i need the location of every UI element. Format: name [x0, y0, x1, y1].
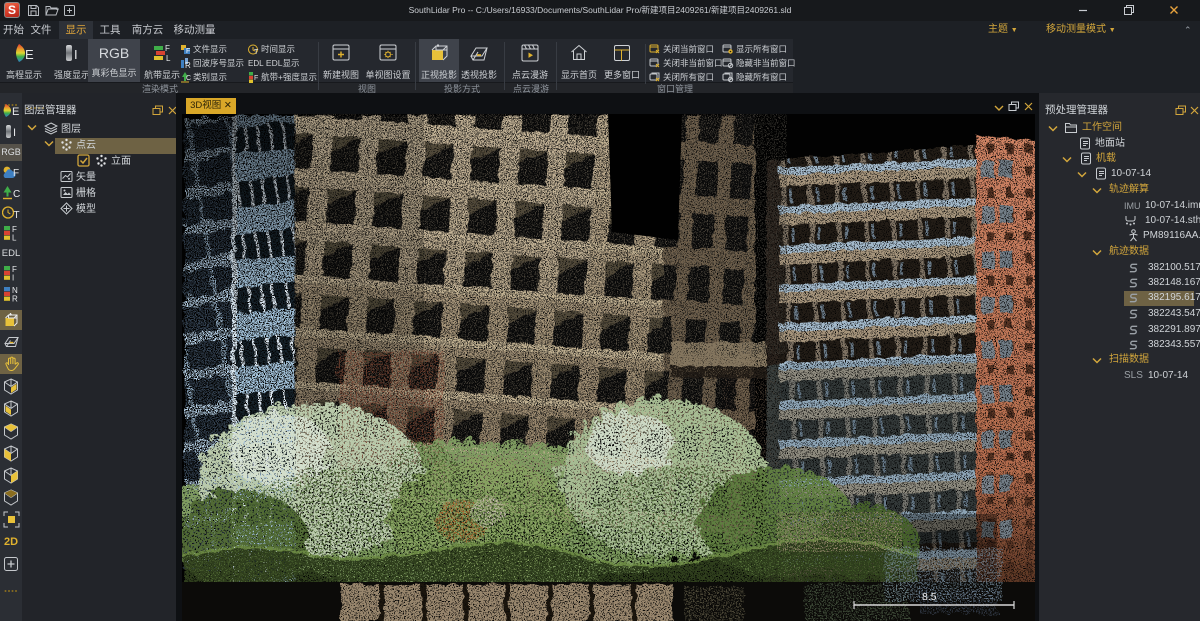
svg-text:I: I: [13, 127, 16, 139]
svg-text:8.5: 8.5: [922, 591, 937, 603]
svg-text:F: F: [165, 44, 170, 53]
svg-text:F: F: [13, 168, 19, 179]
svg-text:C: C: [13, 189, 20, 200]
svg-text:I: I: [74, 47, 78, 62]
svg-text:T: T: [14, 210, 20, 220]
svg-text:F: F: [254, 75, 258, 82]
svg-text:F: F: [186, 48, 190, 55]
svg-text:L: L: [12, 234, 17, 242]
svg-text:E: E: [12, 106, 19, 118]
svg-text:E: E: [25, 47, 34, 62]
svg-text:T: T: [254, 49, 259, 55]
svg-text:I: I: [12, 274, 14, 282]
svg-text:L: L: [166, 54, 171, 63]
svg-text:R: R: [185, 61, 191, 69]
svg-text:C: C: [186, 75, 191, 82]
svg-text:R: R: [12, 295, 18, 303]
